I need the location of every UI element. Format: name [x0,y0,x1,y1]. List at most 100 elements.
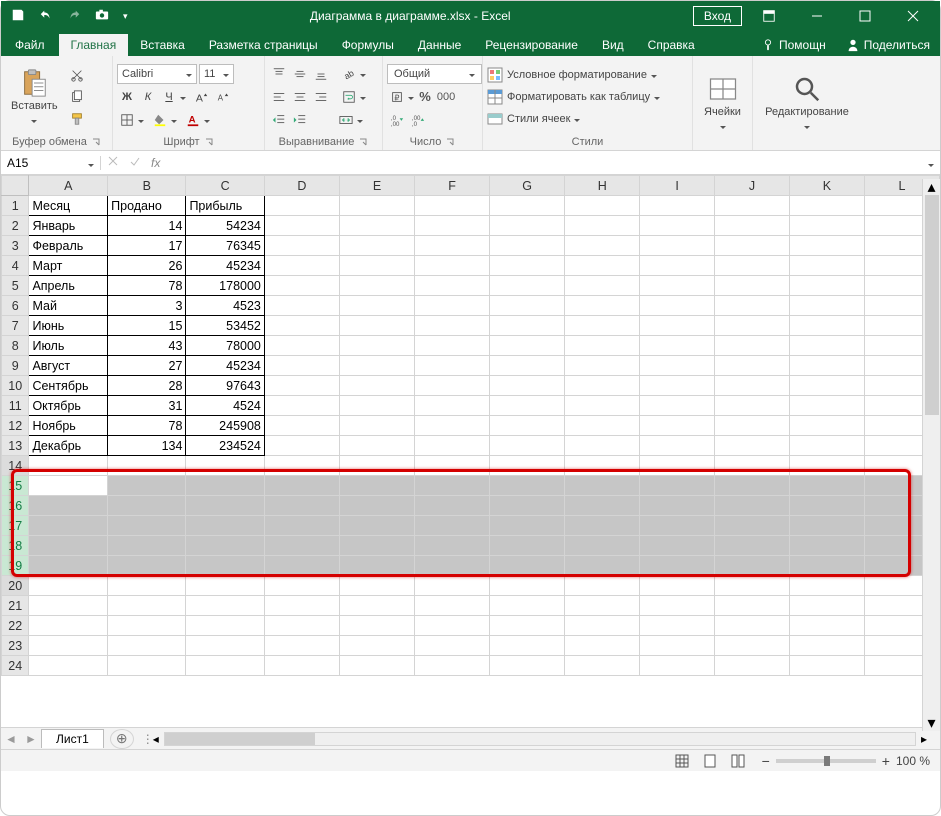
cell[interactable] [640,456,715,476]
increase-indent-icon[interactable] [290,110,310,130]
column-header[interactable]: B [108,176,186,196]
cell[interactable] [565,276,640,296]
cell[interactable] [715,336,790,356]
font-color-icon[interactable]: A [183,110,203,130]
cell[interactable]: Январь [29,216,108,236]
underline-button[interactable]: Ч [159,87,179,107]
cell[interactable] [640,636,715,656]
cell[interactable] [715,636,790,656]
tab-формулы[interactable]: Формулы [330,34,406,56]
cell[interactable] [789,316,864,336]
increase-decimal-icon[interactable]: ,0,00 [387,110,407,130]
cell[interactable] [340,236,415,256]
cell[interactable] [565,196,640,216]
number-format-select[interactable]: Общий [387,64,482,84]
comma-format-icon[interactable]: 000 [436,87,456,107]
tab-справка[interactable]: Справка [636,34,707,56]
cell[interactable] [789,216,864,236]
cell[interactable] [640,596,715,616]
cell[interactable] [565,496,640,516]
normal-view-icon[interactable] [668,750,696,772]
cell[interactable] [340,416,415,436]
cell[interactable] [415,536,490,556]
cell[interactable] [264,436,339,456]
copy-icon[interactable] [67,87,87,107]
cell[interactable] [340,296,415,316]
cell[interactable] [715,256,790,276]
ribbon-display-options-icon[interactable] [748,1,790,31]
cell[interactable] [264,496,339,516]
cell[interactable] [640,196,715,216]
cell[interactable] [29,516,108,536]
save-icon[interactable] [11,8,25,25]
cell[interactable] [490,376,565,396]
column-header[interactable]: A [29,176,108,196]
merge-center-icon[interactable] [336,110,356,130]
cell[interactable] [340,536,415,556]
cell[interactable] [264,196,339,216]
cell[interactable]: 76345 [186,236,264,256]
cell[interactable] [108,476,186,496]
cell[interactable] [340,516,415,536]
cell[interactable] [490,556,565,576]
row-header[interactable]: 15 [2,476,29,496]
cell[interactable] [340,476,415,496]
cell[interactable] [490,636,565,656]
cell[interactable] [186,536,264,556]
cell[interactable] [264,516,339,536]
zoom-in-button[interactable]: + [882,753,890,769]
cell[interactable] [415,276,490,296]
align-left-icon[interactable] [269,87,289,107]
cell[interactable] [186,576,264,596]
cell[interactable] [715,496,790,516]
cell[interactable] [490,496,565,516]
cell[interactable] [29,656,108,676]
cell[interactable] [490,296,565,316]
cell[interactable] [415,636,490,656]
borders-icon[interactable] [117,110,137,130]
zoom-level[interactable]: 100 % [896,754,930,768]
cell[interactable] [264,536,339,556]
cell[interactable]: 31 [108,396,186,416]
row-header[interactable]: 23 [2,636,29,656]
row-header[interactable]: 11 [2,396,29,416]
cell-styles-button[interactable]: Стили ячеек [487,110,688,128]
cell[interactable]: 78 [108,416,186,436]
cell[interactable] [640,616,715,636]
cell[interactable] [340,336,415,356]
cell[interactable] [640,516,715,536]
cell[interactable] [186,636,264,656]
cell[interactable] [264,396,339,416]
cell[interactable]: Февраль [29,236,108,256]
cell[interactable] [640,356,715,376]
cell[interactable] [186,476,264,496]
cell[interactable] [640,556,715,576]
cell[interactable] [640,496,715,516]
tab-рецензирование[interactable]: Рецензирование [473,34,590,56]
minimize-button[interactable] [796,1,838,31]
align-bottom-icon[interactable] [311,64,331,84]
page-break-view-icon[interactable] [724,750,752,772]
cell[interactable]: Май [29,296,108,316]
cell[interactable] [490,616,565,636]
cell[interactable] [640,296,715,316]
accounting-format-icon[interactable]: ₽ [387,87,407,107]
cell[interactable] [640,316,715,336]
row-header[interactable]: 24 [2,656,29,676]
cell[interactable] [789,236,864,256]
cell[interactable]: Март [29,256,108,276]
align-middle-icon[interactable] [290,64,310,84]
font-name-select[interactable]: Calibri [117,64,197,84]
cell[interactable] [640,396,715,416]
tab-вид[interactable]: Вид [590,34,636,56]
cell[interactable]: 17 [108,236,186,256]
cell[interactable] [789,496,864,516]
cell[interactable] [108,556,186,576]
signin-button[interactable]: Вход [693,6,742,26]
cell[interactable] [789,556,864,576]
new-sheet-button[interactable]: ⊕ [110,729,134,749]
cell[interactable] [640,376,715,396]
cell[interactable] [108,636,186,656]
column-header[interactable]: E [340,176,415,196]
cell[interactable] [415,416,490,436]
